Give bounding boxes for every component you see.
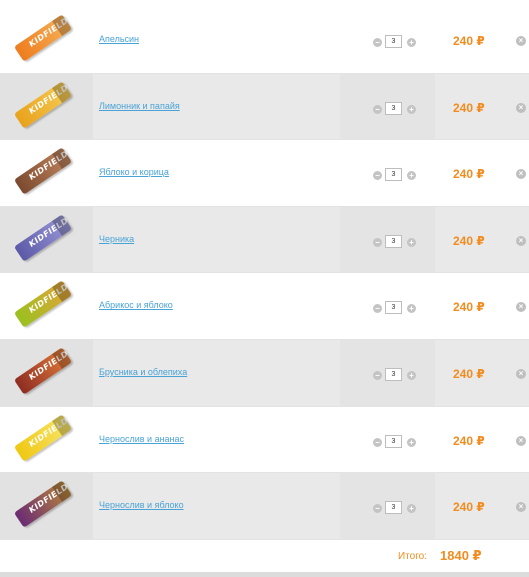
product-image-cell: KIDFIELD [0, 407, 93, 473]
product-image[interactable]: KIDFIELD [13, 347, 73, 395]
remove-item-icon[interactable]: × [516, 235, 526, 246]
product-name-link[interactable]: Черника [99, 234, 134, 244]
bottom-divider [0, 572, 529, 577]
quantity-input[interactable]: 3 [385, 168, 402, 182]
increase-quantity-button[interactable]: + [407, 370, 416, 380]
quantity-input[interactable]: 3 [385, 101, 402, 115]
increase-quantity-button[interactable]: + [407, 304, 416, 314]
product-image-cell: KIDFIELD [0, 273, 93, 339]
remove-item-icon[interactable]: × [516, 102, 526, 113]
product-image-cell: KIDFIELD [0, 206, 93, 273]
product-name-link[interactable]: Апельсин [99, 34, 139, 44]
remove-item-icon[interactable]: × [516, 36, 526, 46]
product-image-cell: KIDFIELD [0, 140, 93, 206]
product-image-cell: KIDFIELD [0, 339, 93, 406]
decrease-quantity-button[interactable]: − [373, 370, 382, 380]
quantity-input[interactable]: 3 [385, 501, 402, 515]
item-price: 240 ₽ [453, 34, 485, 48]
remove-item-icon[interactable]: × [516, 169, 526, 180]
product-image[interactable]: KIDFIELD [13, 14, 73, 62]
cart-row: KIDFIELD Чернослив и ананас − 3 + 240 ₽ … [0, 406, 529, 474]
cart-row: KIDFIELD Черника − 3 + 240 ₽ × [0, 206, 529, 274]
product-image[interactable]: KIDFIELD [13, 80, 73, 129]
product-image-cell: KIDFIELD [0, 7, 93, 73]
product-name-link[interactable]: Абрикос и яблоко [99, 300, 173, 310]
increase-quantity-button[interactable]: + [407, 504, 416, 514]
total-value: 1840 ₽ [440, 548, 482, 563]
cart-items-list: KIDFIELD Апельсин − 3 + 240 ₽ × KIDFIELD… [0, 7, 529, 540]
quantity-stepper: − 3 + [340, 339, 435, 406]
item-price: 240 ₽ [453, 300, 485, 315]
increase-quantity-button[interactable]: + [407, 104, 416, 114]
product-name-link[interactable]: Чернослив и ананас [99, 434, 184, 444]
increase-quantity-button[interactable]: + [407, 237, 416, 247]
quantity-stepper: − 3 + [340, 473, 435, 539]
decrease-quantity-button[interactable]: − [373, 437, 382, 447]
remove-item-icon[interactable]: × [516, 368, 526, 379]
product-image[interactable]: KIDFIELD [13, 480, 73, 528]
quantity-input[interactable]: 3 [385, 234, 402, 248]
remove-item-icon[interactable]: × [516, 502, 526, 513]
item-price: 240 ₽ [453, 167, 485, 182]
quantity-stepper: − 3 + [340, 206, 435, 273]
decrease-quantity-button[interactable]: − [373, 504, 382, 514]
quantity-stepper: − 3 + [340, 73, 435, 140]
product-image-cell: KIDFIELD [0, 473, 93, 539]
remove-item-icon[interactable]: × [516, 302, 526, 313]
product-image[interactable]: KIDFIELD [13, 413, 73, 462]
decrease-quantity-button[interactable]: − [373, 237, 382, 247]
cart-row: KIDFIELD Апельсин − 3 + 240 ₽ × [0, 7, 529, 74]
quantity-stepper: − 3 + [340, 7, 435, 73]
cart-row: KIDFIELD Чернослив и яблоко − 3 + 240 ₽ … [0, 473, 529, 540]
increase-quantity-button[interactable]: + [407, 38, 416, 47]
decrease-quantity-button[interactable]: − [373, 171, 382, 181]
item-price: 240 ₽ [453, 500, 485, 515]
quantity-input[interactable]: 3 [385, 367, 402, 381]
product-image[interactable]: KIDFIELD [13, 147, 73, 195]
decrease-quantity-button[interactable]: − [373, 104, 382, 114]
quantity-input[interactable]: 3 [385, 434, 402, 448]
item-price: 240 ₽ [453, 433, 485, 448]
product-image-cell: KIDFIELD [0, 73, 93, 140]
increase-quantity-button[interactable]: + [407, 171, 416, 181]
quantity-stepper: − 3 + [340, 407, 435, 473]
product-name-link[interactable]: Яблоко и корица [99, 167, 169, 177]
product-name-link[interactable]: Брусника и облепиха [99, 367, 187, 377]
item-price: 240 ₽ [453, 366, 485, 381]
remove-item-icon[interactable]: × [516, 435, 526, 446]
increase-quantity-button[interactable]: + [407, 437, 416, 447]
product-name-link[interactable]: Чернослив и яблоко [99, 500, 184, 510]
cart-row: KIDFIELD Лимонник и папайя − 3 + 240 ₽ × [0, 73, 529, 141]
quantity-input[interactable]: 3 [385, 301, 402, 315]
quantity-stepper: − 3 + [340, 273, 435, 339]
quantity-input[interactable]: 3 [385, 35, 402, 48]
decrease-quantity-button[interactable]: − [373, 304, 382, 314]
product-image[interactable]: KIDFIELD [13, 280, 73, 329]
total-label: Итого: [398, 551, 427, 562]
quantity-stepper: − 3 + [340, 140, 435, 206]
cart-total-row: Итого: 1840 ₽ [0, 541, 529, 573]
product-image[interactable]: KIDFIELD [13, 214, 73, 262]
item-price: 240 ₽ [453, 100, 485, 115]
cart-row: KIDFIELD Абрикос и яблоко − 3 + 240 ₽ × [0, 273, 529, 340]
decrease-quantity-button[interactable]: − [373, 38, 382, 47]
product-name-link[interactable]: Лимонник и папайя [99, 101, 180, 111]
item-price: 240 ₽ [453, 233, 485, 248]
cart-row: KIDFIELD Яблоко и корица − 3 + 240 ₽ × [0, 140, 529, 207]
cart-row: KIDFIELD Брусника и облепиха − 3 + 240 ₽… [0, 339, 529, 407]
